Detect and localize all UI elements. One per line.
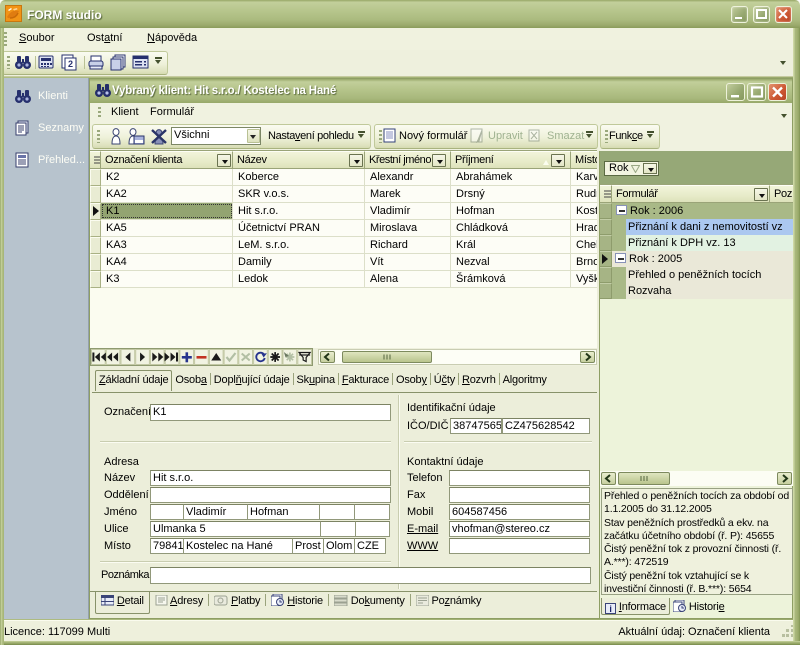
svg-text:2: 2 [68,59,73,69]
